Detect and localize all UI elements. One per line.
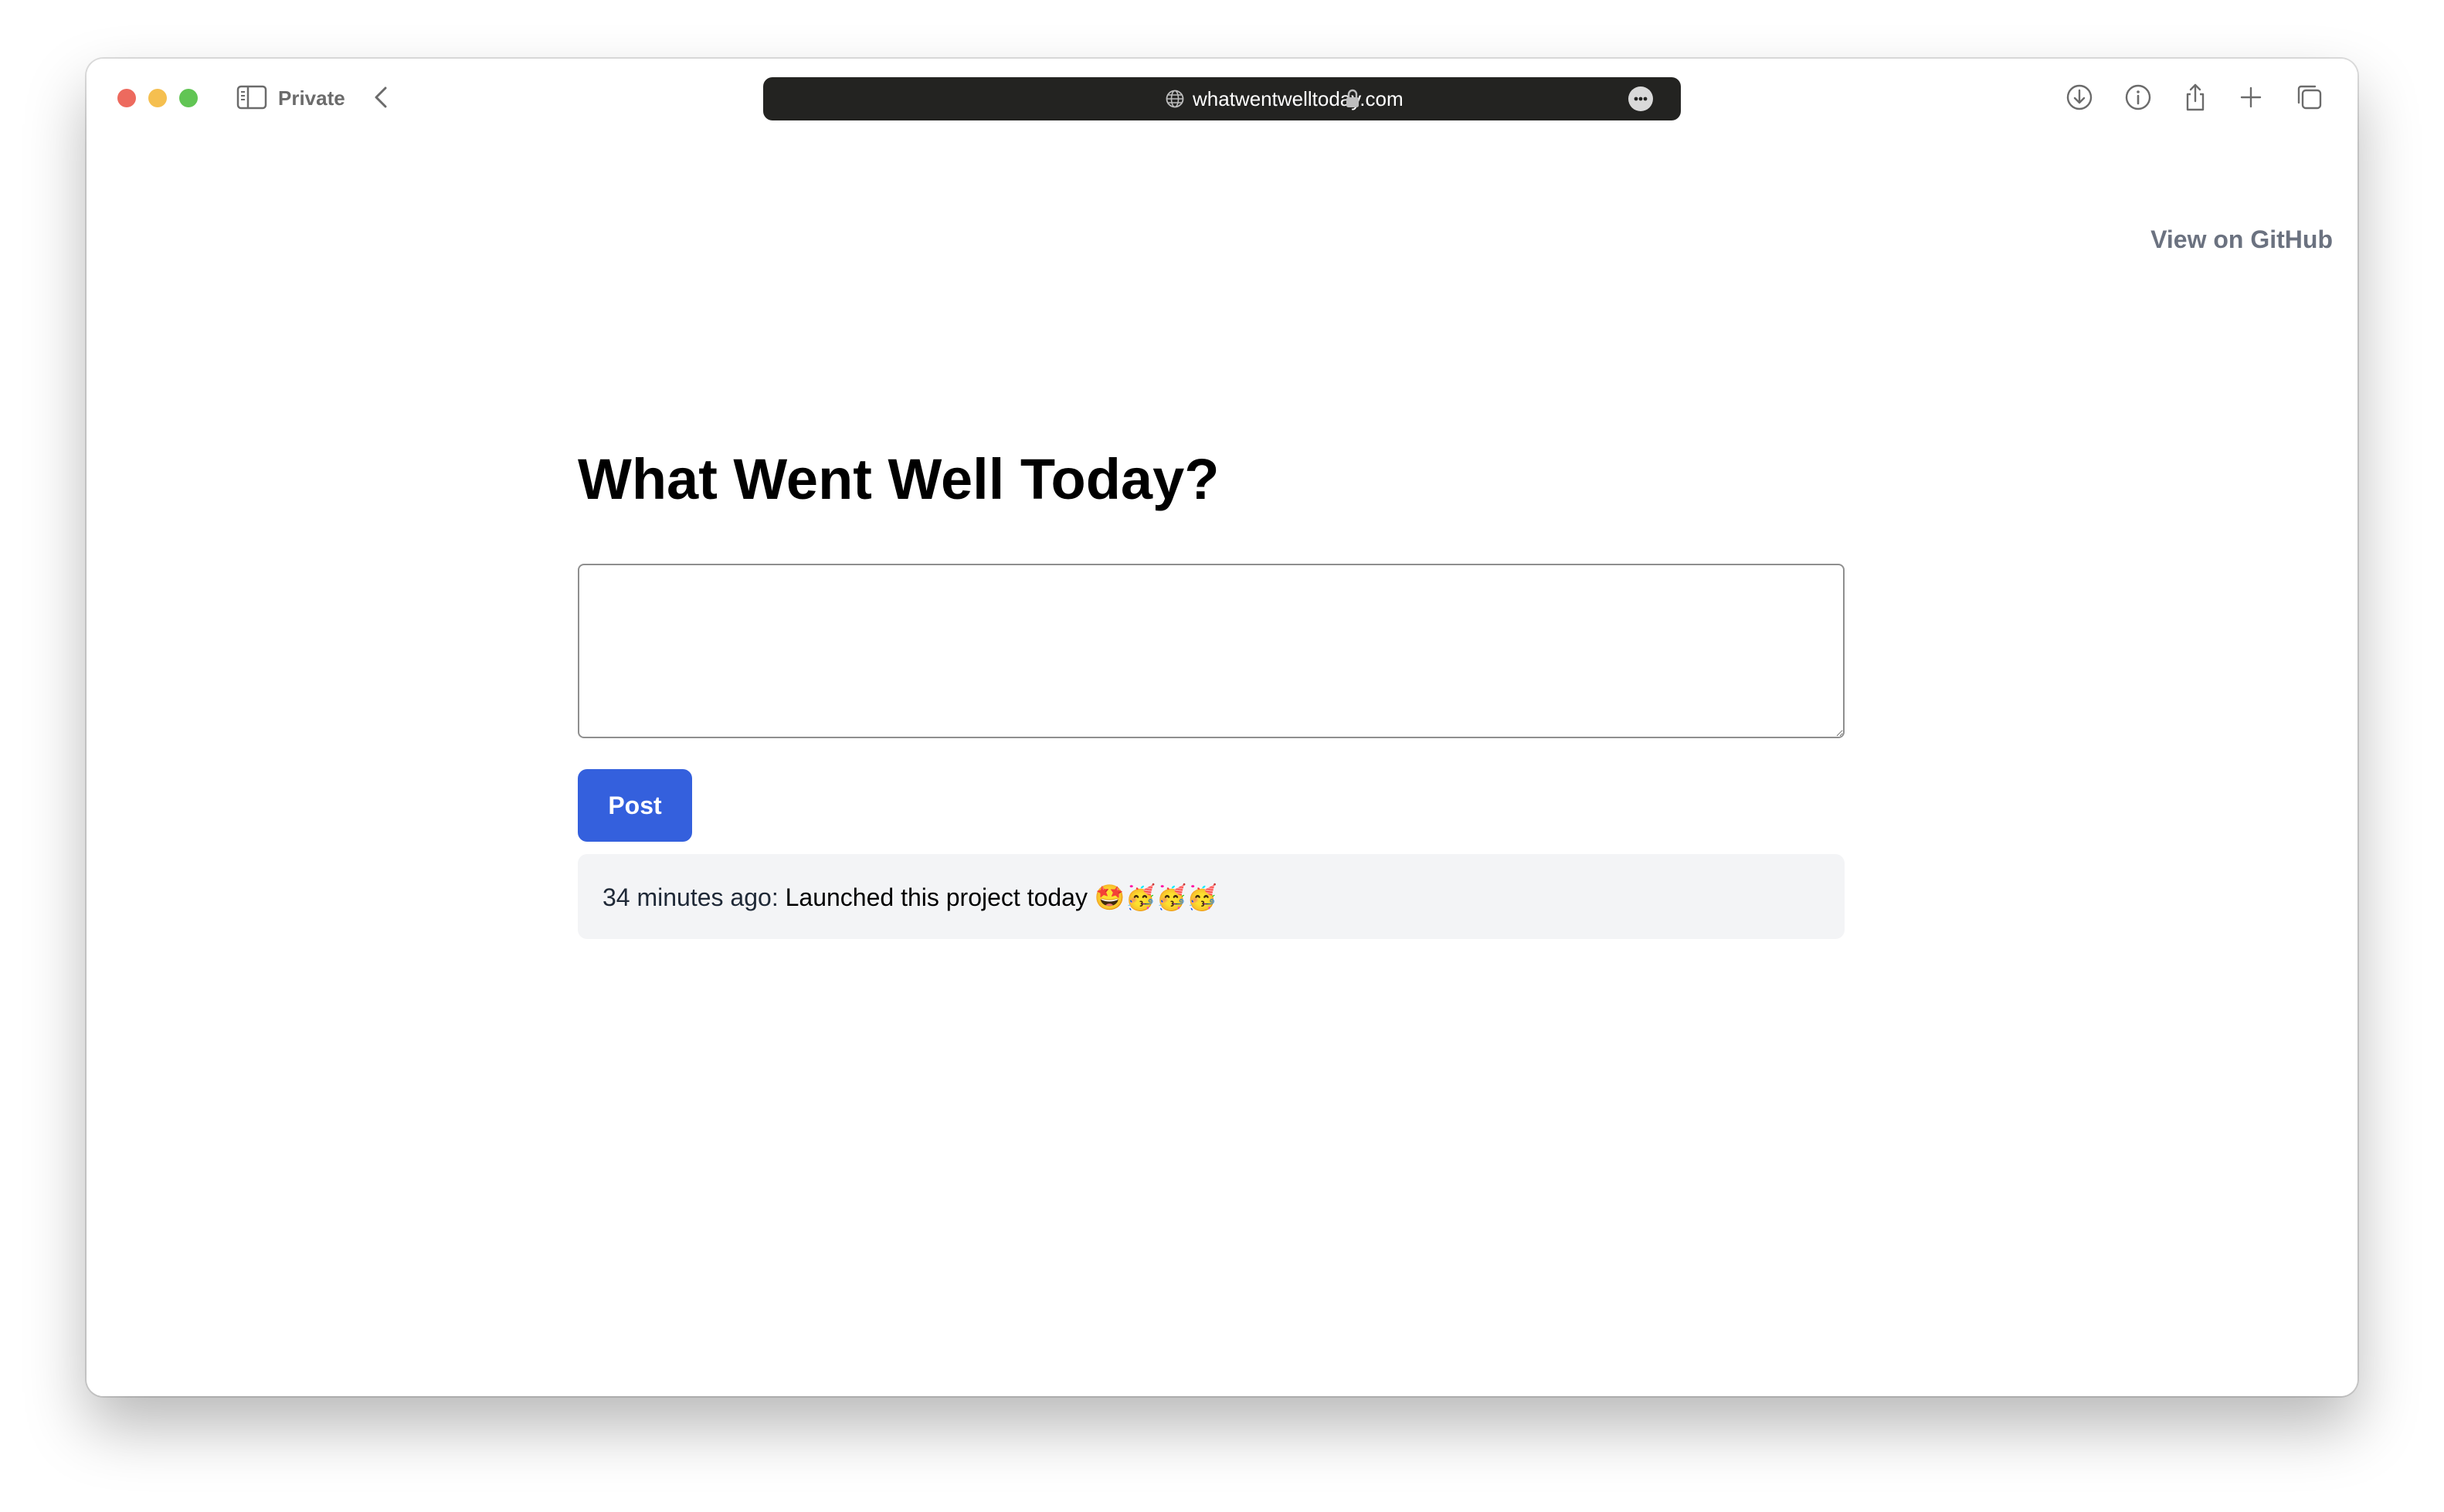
tab-overview-icon[interactable] — [2294, 82, 2325, 113]
list-item: 34 minutes ago: Launched this project to… — [578, 854, 1845, 939]
new-tab-icon[interactable] — [2235, 82, 2266, 113]
globe-icon — [1166, 90, 1184, 108]
entry-textarea[interactable] — [578, 564, 1845, 738]
lock-icon — [1346, 89, 1359, 107]
post-text: 34 minutes ago: Launched this project to… — [603, 882, 1217, 913]
page-menu-icon[interactable] — [1628, 86, 1653, 111]
address-bar[interactable]: whatwentwelltoday.com — [763, 77, 1681, 120]
url-text: whatwentwelltoday.com — [1193, 87, 1404, 110]
post-message: Launched this project today 🤩🥳🥳🥳 — [785, 883, 1218, 911]
github-link[interactable]: View on GitHub — [2150, 224, 2333, 255]
page-title: What Went Well Today? — [578, 447, 1220, 511]
page-content: View on GitHub What Went Well Today? Pos… — [87, 136, 2357, 1396]
back-icon[interactable] — [368, 83, 395, 111]
browser-toolbar: Private whatwentwelltoday.com — [87, 59, 2357, 136]
post-button[interactable]: Post — [578, 769, 692, 842]
browser-window: Private whatwentwelltoday.com View on Gi… — [87, 59, 2357, 1396]
post-timestamp: 34 minutes ago: — [603, 883, 779, 911]
zoom-window-button[interactable] — [179, 89, 198, 107]
share-icon[interactable] — [2180, 82, 2211, 113]
close-window-button[interactable] — [117, 89, 136, 107]
info-icon[interactable] — [2123, 82, 2154, 113]
private-mode-label: Private — [278, 86, 345, 110]
sidebar-toggle-icon[interactable] — [236, 83, 267, 111]
download-icon[interactable] — [2064, 82, 2095, 113]
minimize-window-button[interactable] — [148, 89, 167, 107]
